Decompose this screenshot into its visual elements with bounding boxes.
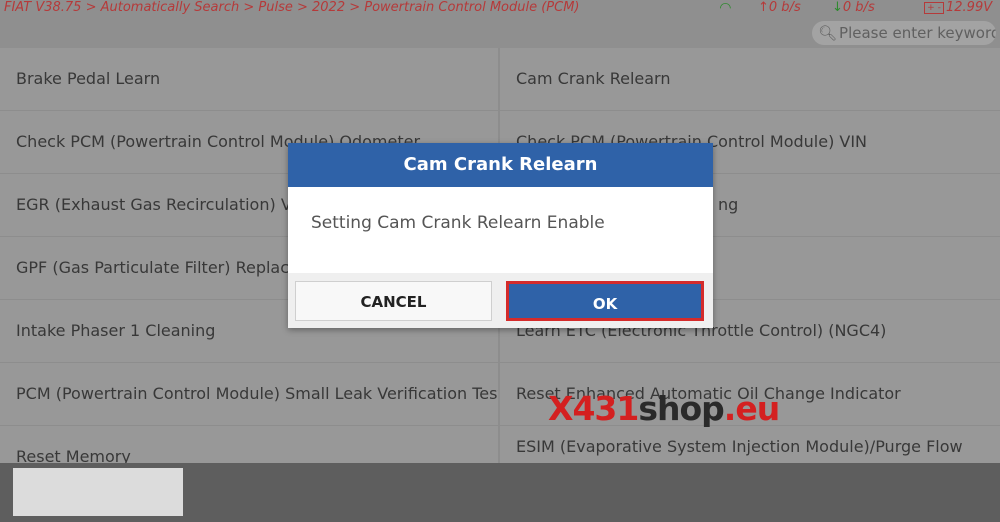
watermark-x: X (548, 389, 573, 428)
watermark-domain: .eu (723, 389, 780, 428)
breadcrumb: FIAT V38.75 > Automatically Search > Pul… (4, 0, 580, 15)
ok-button[interactable]: OK (506, 281, 704, 321)
battery-icon: + - (924, 1, 944, 14)
function-item[interactable]: Brake Pedal Learn (0, 48, 498, 110)
battery-voltage: + -12.99V (924, 0, 992, 15)
dialog-message: Setting Cam Crank Relearn Enable (311, 213, 605, 233)
upload-rate-value: 0 b/s (768, 0, 801, 15)
watermark-shop: shop (638, 389, 724, 428)
bottom-bar (0, 463, 1000, 522)
confirm-dialog: Cam Crank Relearn Setting Cam Crank Rele… (288, 143, 713, 328)
cancel-button[interactable]: CANCEL (295, 281, 492, 321)
upload-rate: ↑0 b/s (758, 0, 801, 15)
arrow-down-icon: ↓ (832, 0, 843, 15)
dialog-button-bar: CANCEL OK (288, 273, 713, 328)
arrow-up-icon: ↑ (758, 0, 769, 15)
download-rate-value: 0 b/s (842, 0, 875, 15)
function-item[interactable]: PCM (Powertrain Control Module) Small Le… (0, 363, 498, 425)
wifi-icon: ◠ (720, 0, 731, 16)
search-row: 🔍︎ Please enter keyword (0, 18, 1000, 48)
search-placeholder: Please enter keyword (839, 24, 996, 42)
watermark-number: 431 (572, 389, 639, 428)
bottom-panel (13, 468, 183, 516)
search-input[interactable]: 🔍︎ Please enter keyword (812, 21, 996, 45)
voltage-value: 12.99V (946, 0, 993, 15)
search-icon: 🔍︎ (818, 24, 838, 42)
dialog-title: Cam Crank Relearn (288, 143, 713, 187)
status-bar: FIAT V38.75 > Automatically Search > Pul… (0, 0, 1000, 18)
download-rate: ↓0 b/s (832, 0, 875, 15)
function-item[interactable]: Cam Crank Relearn (500, 48, 1000, 110)
watermark-logo: X431shop.eu (548, 389, 780, 428)
